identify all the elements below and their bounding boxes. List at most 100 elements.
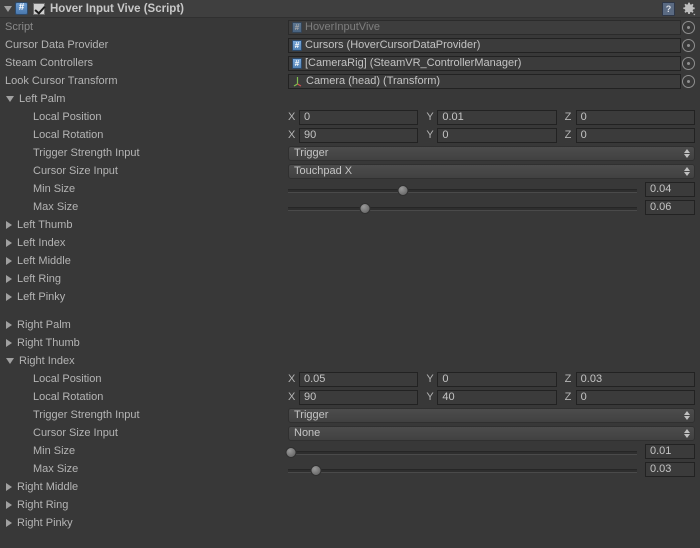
foldout-toggle[interactable]: Right Ring	[0, 499, 68, 511]
group-foldout-left-thumb[interactable]: Left Thumb	[0, 216, 700, 234]
group-foldout-right-palm[interactable]: Right Palm	[0, 316, 700, 334]
group-foldout-left-pinky[interactable]: Left Pinky	[0, 288, 700, 306]
number-input-z[interactable]: 0.03	[575, 371, 695, 387]
group-foldout-right-index[interactable]: Right Index	[0, 352, 700, 370]
number-input-x[interactable]: 0	[299, 109, 419, 125]
trigger-strength-input-popup[interactable]: Trigger	[288, 407, 695, 423]
vector3-row: Local Rotation X 90 Y 40 Z 0	[0, 388, 700, 406]
group-foldout-left-index[interactable]: Left Index	[0, 234, 700, 252]
axis-group-y: Y0	[426, 371, 557, 387]
triangle-down-icon[interactable]	[6, 358, 14, 364]
group-foldout-left-middle[interactable]: Left Middle	[0, 252, 700, 270]
object-field-row: Cursor Data Provider Cursors (HoverCursor…	[0, 36, 700, 54]
vector3-row: Local Rotation X 90 Y 0 Z 0	[0, 126, 700, 144]
slider-track[interactable]	[288, 200, 637, 215]
number-input-x[interactable]: 0.05	[299, 371, 419, 387]
chevron-updown-icon	[683, 410, 691, 421]
slider-value-input[interactable]: 0.06	[645, 199, 695, 215]
group-foldout-right-pinky[interactable]: Right Pinky	[0, 514, 700, 532]
slider-handle[interactable]	[310, 464, 322, 476]
triangle-right-icon[interactable]	[6, 519, 12, 527]
slider-value-input[interactable]: 0.04	[645, 181, 695, 197]
trigger-strength-input-popup[interactable]: Trigger	[288, 145, 695, 161]
foldout-toggle[interactable]: Right Pinky	[0, 517, 73, 529]
object-picker-button[interactable]	[682, 56, 695, 70]
component-foldout-triangle[interactable]	[4, 5, 12, 12]
help-book-icon[interactable]	[662, 2, 675, 16]
foldout-toggle[interactable]: Left Middle	[0, 255, 71, 267]
triangle-right-icon[interactable]	[6, 257, 12, 265]
number-input-y[interactable]: 0.01	[437, 109, 557, 125]
axis-group-z: Z0	[565, 109, 695, 125]
group-foldout-left-palm[interactable]: Left Palm	[0, 90, 700, 108]
triangle-right-icon[interactable]	[6, 321, 12, 329]
slider-value-input[interactable]: 0.01	[645, 443, 695, 459]
group-label: Left Palm	[19, 93, 66, 105]
foldout-toggle[interactable]: Left Ring	[0, 273, 61, 285]
slider-track[interactable]	[288, 182, 637, 197]
group-foldout-right-middle[interactable]: Right Middle	[0, 478, 700, 496]
field-area: 0.01	[285, 443, 695, 459]
triangle-right-icon[interactable]	[6, 221, 12, 229]
object-field[interactable]: Cursors (HoverCursorDataProvider)	[288, 37, 681, 53]
slider-handle[interactable]	[285, 446, 297, 458]
foldout-toggle[interactable]: Right Thumb	[0, 337, 80, 349]
triangle-right-icon[interactable]	[6, 293, 12, 301]
field-label: Local Position	[33, 111, 102, 123]
object-field[interactable]: Camera (head) (Transform)	[288, 73, 681, 89]
foldout-toggle[interactable]: Left Index	[0, 237, 65, 249]
triangle-right-icon[interactable]	[6, 275, 12, 283]
foldout-toggle[interactable]: Left Palm	[0, 93, 65, 105]
axis-group-z: Z0	[565, 389, 695, 405]
foldout-toggle[interactable]: Right Palm	[0, 319, 71, 331]
field-area: 0.06	[288, 199, 695, 215]
slider-row: Min Size 0.04	[0, 180, 700, 198]
chevron-updown-icon	[683, 428, 691, 439]
header-actions	[662, 2, 696, 16]
group-foldout-right-ring[interactable]: Right Ring	[0, 496, 700, 514]
cursor-size-input-popup[interactable]: Touchpad X	[288, 163, 695, 179]
number-input-y[interactable]: 40	[437, 389, 557, 405]
triangle-right-icon[interactable]	[6, 483, 12, 491]
gear-icon[interactable]	[682, 2, 696, 16]
slider-value-input[interactable]: 0.03	[645, 461, 695, 477]
slider-track[interactable]	[285, 444, 637, 459]
component-header[interactable]: Hover Input Vive (Script)	[0, 0, 700, 18]
triangle-right-icon[interactable]	[6, 239, 12, 247]
number-input-y[interactable]: 0	[437, 127, 557, 143]
group-label: Right Middle	[17, 481, 79, 493]
group-foldout-left-ring[interactable]: Left Ring	[0, 270, 700, 288]
foldout-toggle[interactable]: Left Pinky	[0, 291, 65, 303]
transform-icon	[292, 76, 303, 87]
number-input-x[interactable]: 90	[299, 127, 419, 143]
axis-label-y: Y	[426, 129, 434, 141]
cursor-size-input-popup[interactable]: None	[288, 425, 695, 441]
triangle-right-icon[interactable]	[6, 339, 12, 347]
group-label: Left Thumb	[17, 219, 73, 231]
enum-popup-row: Cursor Size Input Touchpad X	[0, 162, 700, 180]
number-input-x[interactable]: 90	[299, 389, 419, 405]
number-input-z[interactable]: 0	[575, 109, 695, 125]
group-label: Right Ring	[17, 499, 69, 511]
slider-track[interactable]	[288, 462, 637, 477]
group-foldout-right-thumb[interactable]: Right Thumb	[0, 334, 700, 352]
triangle-right-icon[interactable]	[6, 501, 12, 509]
object-picker-button[interactable]	[682, 20, 695, 34]
object-picker-button[interactable]	[682, 74, 695, 88]
triangle-down-icon[interactable]	[6, 96, 14, 102]
slider-row: Max Size 0.03	[0, 460, 700, 478]
object-field-row: Script HoverInputVive	[0, 18, 700, 36]
slider-handle[interactable]	[359, 202, 371, 214]
component-enabled-checkbox[interactable]	[33, 2, 45, 15]
number-input-z[interactable]: 0	[575, 389, 695, 405]
foldout-toggle[interactable]: Right Middle	[0, 481, 78, 493]
number-input-z[interactable]: 0	[575, 127, 695, 143]
number-input-y[interactable]: 0	[437, 371, 557, 387]
object-field[interactable]: [CameraRig] (SteamVR_ControllerManager)	[288, 55, 681, 71]
object-picker-button[interactable]	[682, 38, 695, 52]
field-area: HoverInputVive	[288, 19, 695, 35]
object-field-value: Cursors (HoverCursorDataProvider)	[305, 39, 481, 51]
foldout-toggle[interactable]: Right Index	[0, 355, 75, 367]
foldout-toggle[interactable]: Left Thumb	[0, 219, 72, 231]
slider-handle[interactable]	[397, 184, 409, 196]
